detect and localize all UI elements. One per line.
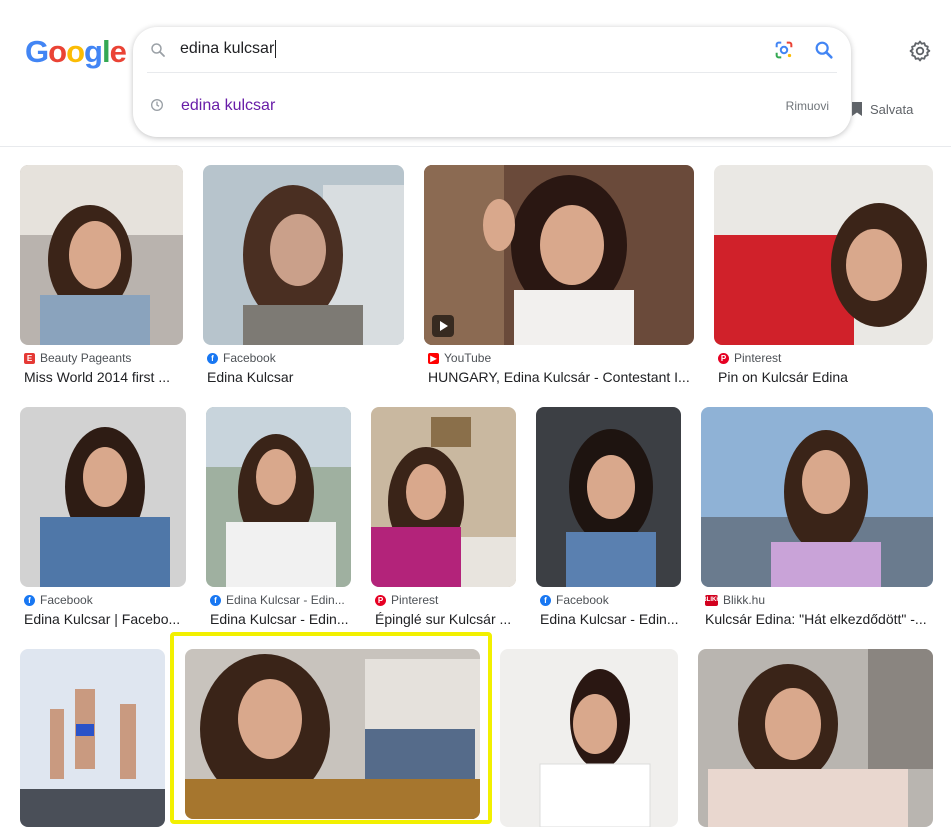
result-thumbnail[interactable] <box>20 407 186 587</box>
search-submit-icon[interactable] <box>813 39 835 61</box>
image-result[interactable] <box>185 649 480 827</box>
result-thumbnail[interactable] <box>698 649 933 827</box>
result-title[interactable]: Edina Kulcsar | Facebo... <box>24 611 186 627</box>
result-source-name: Facebook <box>40 593 93 607</box>
result-source-name: Pinterest <box>734 351 782 365</box>
facebook-favicon-icon: f <box>210 594 221 606</box>
result-source-name: Facebook <box>223 351 276 365</box>
history-clock-icon <box>151 99 163 111</box>
image-result[interactable]: f Facebook Edina Kulcsar | Facebo... <box>20 407 186 632</box>
result-thumbnail[interactable] <box>424 165 694 345</box>
result-title[interactable]: Pin on Kulcsár Edina <box>718 369 933 385</box>
result-source: f Edina Kulcsar - Edin... <box>210 593 345 607</box>
result-source: ▶ YouTube <box>428 351 491 365</box>
facebook-favicon-icon: f <box>540 594 551 606</box>
result-thumbnail[interactable] <box>371 407 516 587</box>
pinterest-favicon-icon: P <box>375 594 386 606</box>
result-source: f Facebook <box>207 351 276 365</box>
facebook-favicon-icon: f <box>207 352 218 364</box>
result-thumbnail[interactable] <box>701 407 933 587</box>
result-source-name: YouTube <box>444 351 492 365</box>
image-result[interactable]: f Edina Kulcsar - Edin... Edina Kulcsar -… <box>206 407 351 632</box>
result-title[interactable]: Edina Kulcsar - Edin... <box>540 611 681 627</box>
result-thumbnail[interactable] <box>536 407 681 587</box>
remove-suggestion-button[interactable]: Rimuovi <box>786 99 829 113</box>
result-source-name: Facebook <box>556 593 609 607</box>
result-thumbnail[interactable] <box>500 649 678 827</box>
pinterest-favicon-icon: P <box>718 352 729 364</box>
image-result[interactable]: f Facebook Edina Kulcsar <box>203 165 404 390</box>
logo-letter: o <box>48 34 67 69</box>
result-title[interactable]: Kulcsár Edina: "Hát elkezdődött" -... <box>705 611 933 627</box>
video-play-icon <box>432 315 454 337</box>
gear-icon[interactable] <box>908 39 932 63</box>
logo-letter: g <box>84 34 103 69</box>
result-source: P Pinterest <box>718 351 781 365</box>
top-bar: Google edina kulcsar edina kulcsar Rimuo… <box>0 0 951 147</box>
result-thumbnail[interactable] <box>206 407 351 587</box>
result-title[interactable]: Edina Kulcsar - Edin... <box>210 611 351 627</box>
image-result[interactable]: P Pinterest Pin on Kulcsár Edina <box>714 165 933 390</box>
beauty-pageants-favicon-icon: E <box>24 352 35 364</box>
logo-letter: e <box>109 34 127 69</box>
search-icon <box>151 43 165 57</box>
result-thumbnail[interactable] <box>20 165 183 345</box>
search-divider <box>147 72 837 73</box>
facebook-favicon-icon: f <box>24 594 35 606</box>
result-source: f Facebook <box>24 593 93 607</box>
image-result[interactable] <box>20 649 165 827</box>
saved-link[interactable]: Salvata <box>850 101 913 117</box>
logo-letter: l <box>101 34 111 69</box>
result-source: P Pinterest <box>375 593 438 607</box>
text-caret <box>275 40 277 58</box>
result-source-name: Blikk.hu <box>723 593 766 607</box>
result-source-name: Pinterest <box>391 593 439 607</box>
search-box[interactable]: edina kulcsar edina kulcsar Rimuovi <box>133 27 851 137</box>
image-result[interactable] <box>500 649 678 827</box>
result-thumbnail[interactable] <box>203 165 404 345</box>
youtube-favicon-icon: ▶ <box>428 352 439 364</box>
image-result[interactable]: f Facebook Edina Kulcsar - Edin... <box>536 407 681 632</box>
saved-label: Salvata <box>870 101 914 117</box>
result-source-name: Edina Kulcsar - Edin... <box>226 593 345 607</box>
result-title[interactable]: Épinglé sur Kulcsár ... <box>375 611 516 627</box>
bookmark-icon <box>852 102 862 116</box>
blikk-favicon-icon: BLIKK <box>702 594 721 606</box>
search-input[interactable]: edina kulcsar <box>180 40 277 58</box>
image-result[interactable]: P Pinterest Épinglé sur Kulcsár ... <box>371 407 516 632</box>
result-thumbnail[interactable] <box>714 165 933 345</box>
result-title[interactable]: HUNGARY, Edina Kulcsár - Contestant I... <box>428 369 690 385</box>
logo-letter: G <box>25 34 49 69</box>
result-source: BLIKK Blikk.hu <box>702 593 766 607</box>
image-result[interactable]: E Beauty Pageants Miss World 2014 first .… <box>20 165 183 390</box>
result-source: E Beauty Pageants <box>24 351 131 365</box>
google-lens-icon[interactable] <box>773 39 795 61</box>
result-source: f Facebook <box>540 593 609 607</box>
result-title[interactable]: Edina Kulcsar <box>207 369 402 385</box>
search-suggestion[interactable]: edina kulcsar <box>181 97 275 115</box>
result-thumbnail[interactable] <box>185 649 480 819</box>
image-result[interactable]: ▶ YouTube HUNGARY, Edina Kulcsár - Contes… <box>424 165 694 390</box>
image-result[interactable]: BLIKK Blikk.hu Kulcsár Edina: "Hát elkezd… <box>701 407 933 632</box>
result-thumbnail[interactable] <box>20 649 165 827</box>
google-logo[interactable]: Google <box>25 34 127 70</box>
image-result[interactable] <box>698 649 933 827</box>
search-query-text: edina kulcsar <box>180 40 275 58</box>
logo-letter: o <box>66 34 85 69</box>
result-title[interactable]: Miss World 2014 first ... <box>24 369 184 385</box>
result-source-name: Beauty Pageants <box>40 351 132 365</box>
